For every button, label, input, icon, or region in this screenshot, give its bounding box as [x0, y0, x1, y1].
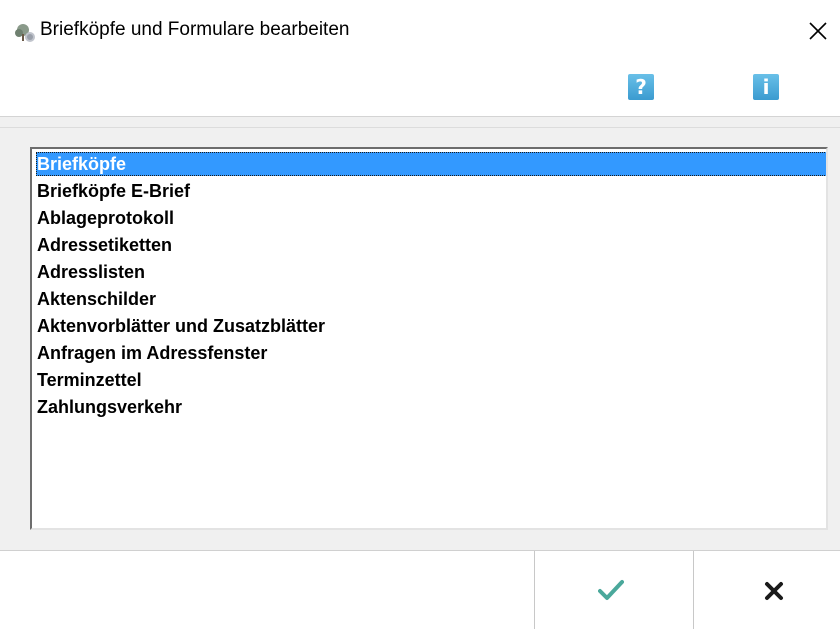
list-item[interactable]: Briefköpfe E-Brief — [36, 179, 190, 203]
cancel-button[interactable] — [693, 551, 840, 629]
list-item[interactable]: Ablageprotokoll — [36, 206, 174, 230]
info-icon: i — [753, 74, 779, 100]
help-icon: ? — [628, 74, 654, 100]
toolbar-divider — [0, 116, 840, 130]
info-button[interactable]: i — [749, 70, 783, 104]
cross-icon — [765, 582, 783, 600]
list-item[interactable]: Aktenvorblätter und Zusatzblätter — [36, 314, 325, 338]
title-bar: Briefköpfe und Formulare bearbeiten — [0, 0, 840, 62]
close-button[interactable] — [796, 12, 840, 50]
tree-app-icon — [14, 23, 36, 43]
ok-button[interactable] — [534, 551, 693, 629]
list-item[interactable]: Adressetiketten — [36, 233, 172, 257]
dialog-window: Briefköpfe und Formulare bearbeiten ? i … — [0, 0, 840, 629]
list-item[interactable]: Adresslisten — [36, 260, 145, 284]
list-item[interactable]: Briefköpfe — [36, 152, 826, 176]
list-item[interactable]: Terminzettel — [36, 368, 142, 392]
form-listbox[interactable]: Briefköpfe Briefköpfe E-Brief Ablageprot… — [30, 147, 828, 530]
list-item[interactable]: Anfragen im Adressfenster — [36, 341, 267, 365]
help-button[interactable]: ? — [624, 70, 658, 104]
list-item[interactable]: Zahlungsverkehr — [36, 395, 182, 419]
button-bar — [0, 550, 840, 629]
list-item[interactable]: Aktenschilder — [36, 287, 156, 311]
checkmark-icon — [598, 580, 624, 600]
close-icon — [809, 22, 827, 40]
toolbar: ? i — [0, 62, 840, 116]
window-title: Briefköpfe und Formulare bearbeiten — [40, 19, 350, 40]
